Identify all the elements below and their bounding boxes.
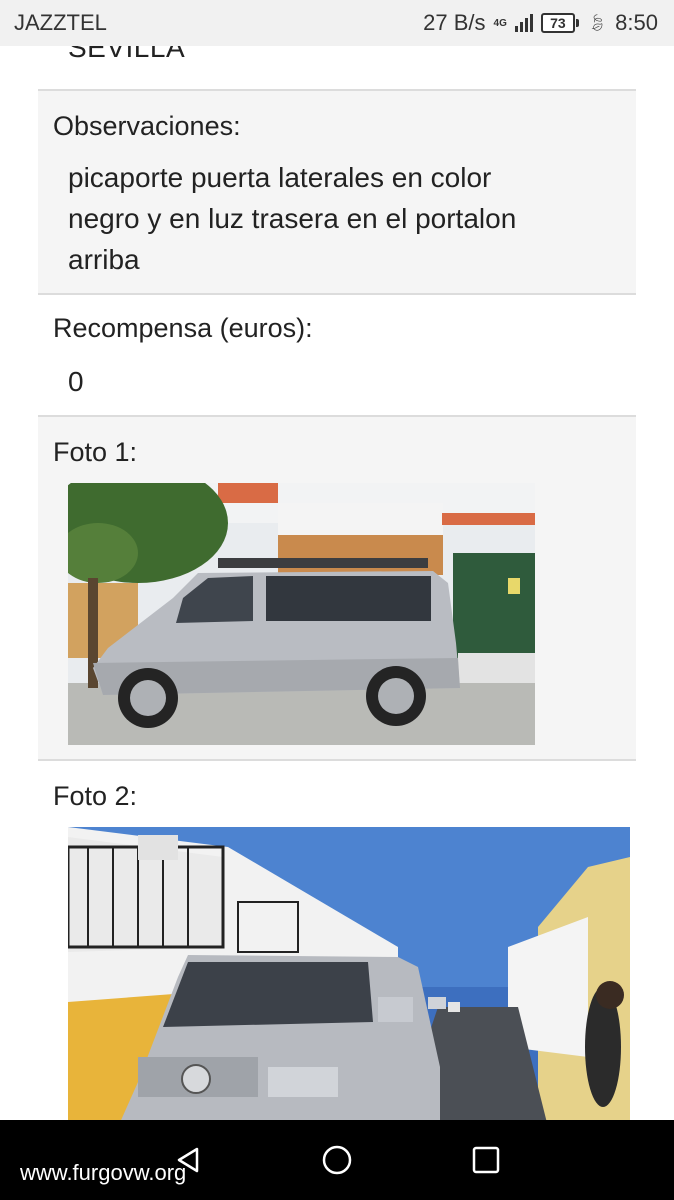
status-bar: JAZZTEL 27 B/s 4G 73 🍃︎ 8:50 <box>0 0 674 46</box>
signal-icon <box>514 14 533 32</box>
city-value: SEVILLA <box>68 46 186 63</box>
observaciones-line: arriba <box>68 244 140 275</box>
home-icon[interactable] <box>317 1140 357 1180</box>
power-saving-icon: 🍃︎ <box>586 15 608 32</box>
status-indicators: 27 B/s 4G 73 🍃︎ 8:50 <box>423 10 658 36</box>
recompensa-value: 0 <box>68 366 84 397</box>
battery-icon: 73 <box>540 13 579 33</box>
recents-icon[interactable] <box>466 1140 506 1180</box>
observaciones-section: Observaciones: picaporte puerta laterale… <box>38 89 636 295</box>
observaciones-label: Observaciones: <box>53 111 241 141</box>
foto1-section: Foto 1: <box>38 415 636 761</box>
clock: 8:50 <box>615 10 658 35</box>
foto2-label: Foto 2: <box>53 781 138 811</box>
observaciones-line: picaporte puerta laterales en color <box>68 162 492 193</box>
foto2-image[interactable] <box>68 827 630 1120</box>
watermark-text: www.furgovw.org <box>20 1160 187 1185</box>
network-type: 4G <box>493 17 507 29</box>
detail-content[interactable]: SEVILLA Observaciones: picaporte puerta … <box>0 46 674 1120</box>
observaciones-line: negro y en luz trasera en el portalon <box>68 203 517 234</box>
foto1-image[interactable] <box>68 483 535 745</box>
foto1-label: Foto 1: <box>53 437 138 467</box>
foto2-section: Foto 2: <box>38 759 636 1120</box>
battery-level: 73 <box>540 13 575 33</box>
recompensa-label: Recompensa (euros): <box>53 313 313 343</box>
observaciones-value: picaporte puerta laterales en color negr… <box>68 157 516 280</box>
carrier-name: JAZZTEL <box>14 10 107 35</box>
data-rate: 27 B/s <box>423 10 486 35</box>
recompensa-section: Recompensa (euros): 0 <box>38 293 636 416</box>
